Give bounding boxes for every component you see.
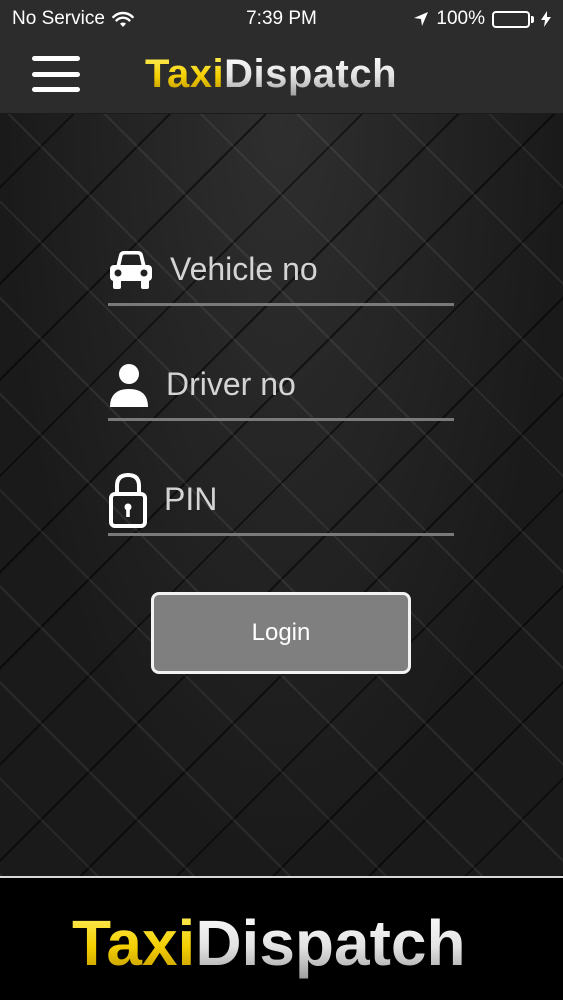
lock-icon (108, 470, 148, 530)
pin-input[interactable] (148, 471, 563, 528)
car-icon (108, 240, 154, 300)
footer-logo: TaxiDispatch (72, 906, 466, 980)
wifi-icon (112, 11, 134, 27)
battery-icon (492, 10, 534, 28)
driver-no-input[interactable] (150, 356, 563, 413)
location-arrow-icon (414, 12, 429, 26)
status-bar: No Service 7:39 PM 100% (0, 0, 563, 38)
person-icon (108, 355, 150, 415)
login-panel: Login (0, 114, 563, 876)
logo-taxi-text: Taxi (145, 52, 225, 96)
hamburger-menu-icon[interactable] (32, 56, 80, 92)
driver-field (108, 351, 563, 421)
vehicle-field (108, 236, 563, 306)
nav-bar: TaxiDispatch (0, 38, 563, 114)
login-button[interactable]: Login (151, 592, 411, 674)
status-left: No Service (12, 8, 134, 30)
carrier-label: No Service (12, 8, 105, 29)
charging-bolt-icon (541, 11, 551, 27)
pin-field (108, 466, 563, 536)
footer-logo-taxi-text: Taxi (72, 907, 196, 979)
vehicle-no-input[interactable] (154, 241, 563, 298)
logo-dispatch-text: Dispatch (224, 52, 398, 96)
battery-percent: 100% (436, 8, 485, 29)
footer: TaxiDispatch (0, 876, 563, 1000)
footer-logo-dispatch-text: Dispatch (195, 907, 466, 979)
status-right: 100% (413, 8, 551, 30)
header-logo: TaxiDispatch (145, 52, 397, 97)
